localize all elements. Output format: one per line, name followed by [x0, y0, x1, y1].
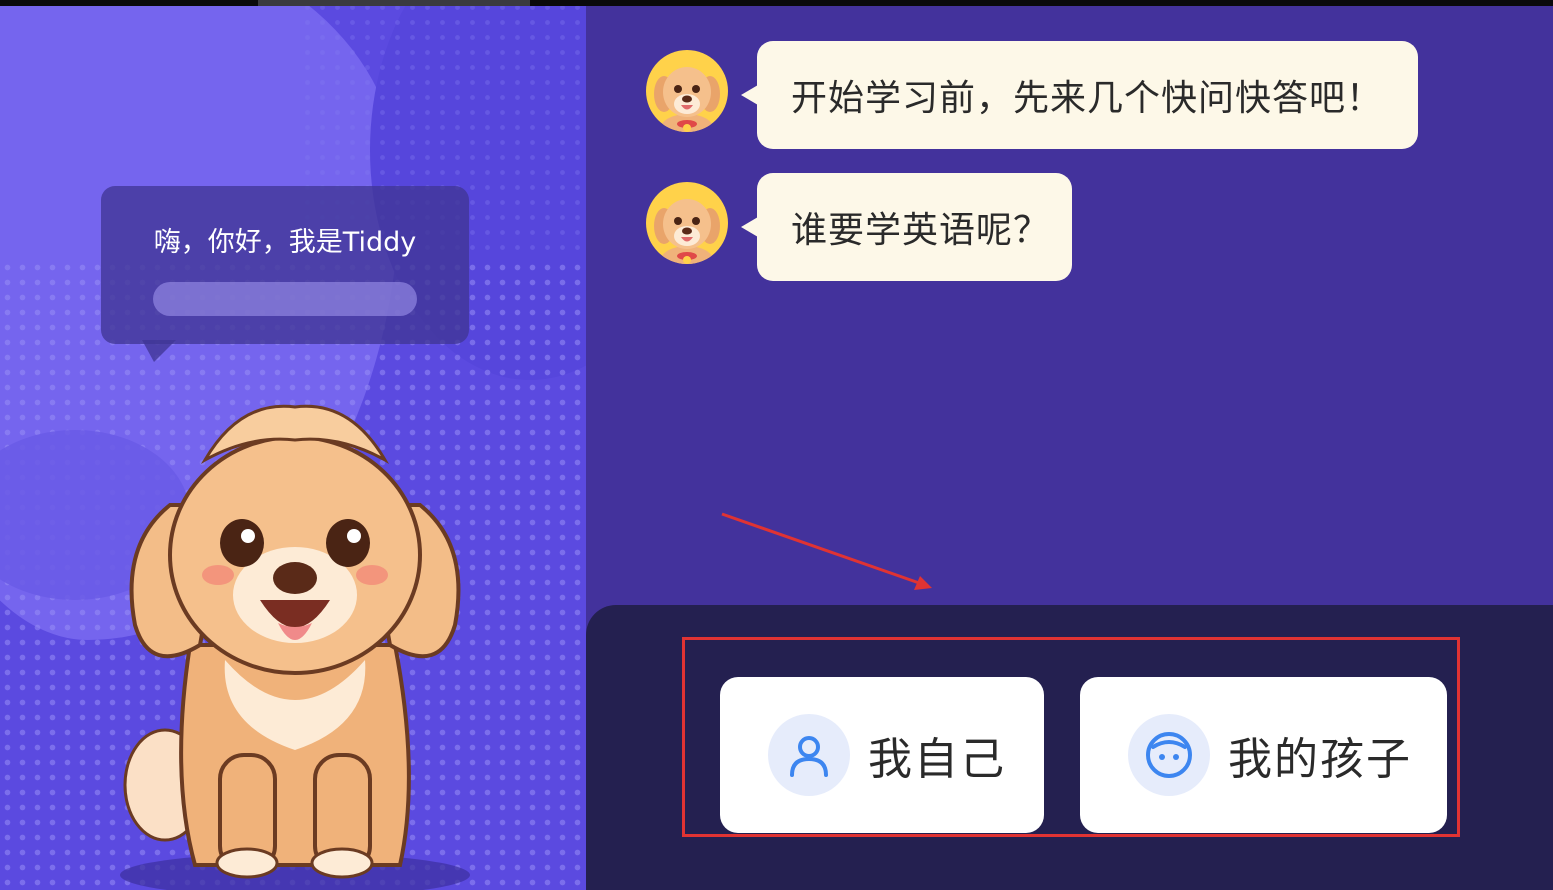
- option-label: 我自己: [868, 734, 1006, 785]
- top-strip: [0, 0, 1553, 6]
- chat-message: 开始学习前，先来几个快问快答吧！: [741, 41, 1418, 149]
- greeting-text: 嗨，你好，我是Tiddy: [153, 227, 417, 258]
- dog-mascot-illustration: [120, 404, 470, 890]
- annotation-arrow: [721, 512, 932, 590]
- chat-message-text: 开始学习前，先来几个快问快答吧！: [791, 78, 1384, 119]
- option-myself-button[interactable]: 我自己: [720, 677, 1044, 833]
- chat-message-text: 谁要学英语呢？: [791, 210, 1051, 251]
- greeting-bubble-tail: [142, 340, 176, 362]
- dog-avatar-icon: [646, 50, 728, 132]
- person-icon: [768, 714, 850, 796]
- greeting-bubble: 嗨，你好，我是Tiddy: [101, 186, 469, 344]
- dog-avatar-icon: [646, 182, 728, 264]
- mascot-panel: 嗨，你好，我是Tiddy: [0, 0, 586, 890]
- child-face-icon: [1128, 714, 1210, 796]
- option-my-child-button[interactable]: 我的孩子: [1080, 677, 1447, 833]
- option-label: 我的孩子: [1228, 734, 1412, 785]
- greeting-loading-bar: [153, 282, 417, 316]
- chat-bubble-tail: [741, 85, 758, 105]
- chat-bubble-tail: [741, 217, 758, 237]
- top-strip-segment: [530, 0, 1553, 6]
- chat-message: 谁要学英语呢？: [741, 173, 1072, 281]
- top-strip-segment: [0, 0, 258, 6]
